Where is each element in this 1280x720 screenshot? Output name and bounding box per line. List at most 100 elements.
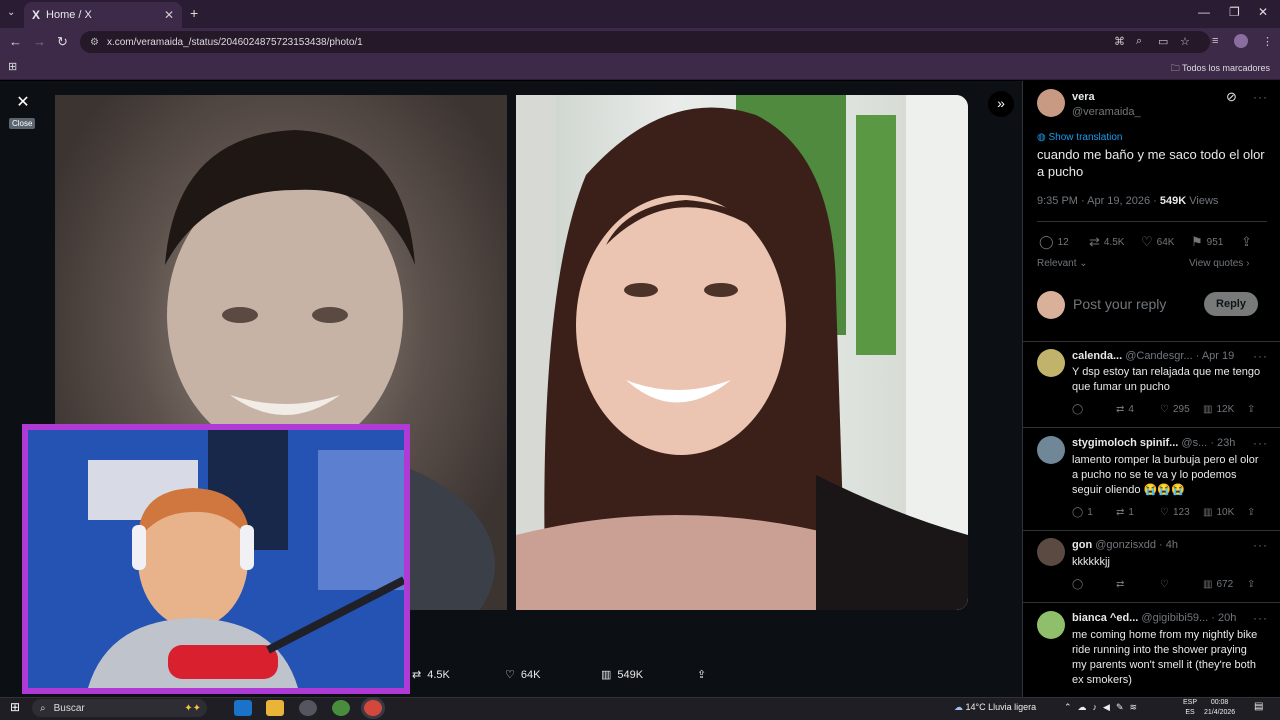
reply-time[interactable]: · Apr 19: [1196, 350, 1235, 362]
language-indicator[interactable]: ESP ES: [1183, 698, 1197, 718]
divider: [1023, 530, 1280, 531]
taskbar-search[interactable]: ⌕ Buscar ✦✦: [32, 699, 207, 717]
reply-retweet-button[interactable]: ⇄ 1: [1116, 507, 1134, 518]
reply-reply-button[interactable]: ◯: [1072, 404, 1087, 415]
author-name[interactable]: vera: [1072, 91, 1095, 103]
reply-author-handle[interactable]: @s...: [1181, 437, 1207, 449]
collapse-panel-button[interactable]: »: [988, 91, 1014, 117]
tweet-text: cuando me baño y me saco todo el olor a …: [1037, 147, 1265, 179]
like-count-button[interactable]: ♡ 64K: [1141, 234, 1174, 250]
reply-share-button[interactable]: ⇪: [1247, 579, 1255, 590]
reply-avatar[interactable]: [1037, 538, 1065, 566]
streamer-webcam-image: [28, 430, 404, 688]
reply-more-icon[interactable]: ···: [1253, 538, 1268, 552]
reply-share-button[interactable]: ⇪: [1247, 404, 1255, 415]
install-icon[interactable]: ▭: [1158, 35, 1168, 48]
viewer-like-button[interactable]: ♡ 64K: [505, 668, 540, 682]
reload-icon[interactable]: ↻: [57, 34, 68, 50]
reply-more-icon[interactable]: ···: [1253, 436, 1268, 450]
reply-more-icon[interactable]: ···: [1253, 349, 1268, 363]
sort-replies-dropdown[interactable]: Relevant ⌄: [1037, 258, 1088, 269]
reading-list-icon[interactable]: ≡: [1212, 35, 1218, 47]
reply-author-name[interactable]: calenda...: [1072, 350, 1122, 362]
reply-author-handle[interactable]: @gonzisxdd: [1095, 539, 1156, 551]
minimize-icon[interactable]: —: [1198, 5, 1210, 19]
file-explorer-icon[interactable]: [266, 700, 284, 716]
reply-avatar[interactable]: [1037, 436, 1065, 464]
zoom-icon[interactable]: ⌕: [1136, 35, 1142, 48]
menu-icon[interactable]: ⋮: [1262, 35, 1273, 48]
reply-time[interactable]: · 20h: [1211, 612, 1236, 624]
reply-views-button[interactable]: ▥ 12K: [1203, 404, 1234, 415]
bookmark-count-button[interactable]: ⚑ 951: [1191, 234, 1223, 250]
reply-more-icon[interactable]: ···: [1253, 611, 1268, 625]
author-avatar[interactable]: [1037, 89, 1065, 117]
show-translation-link[interactable]: ◍ Show translation: [1037, 132, 1122, 143]
reply-author-name[interactable]: bianca ^ed...: [1072, 612, 1138, 624]
back-icon[interactable]: ←: [9, 34, 22, 49]
reply-icon: ◯: [1072, 507, 1084, 518]
my-avatar[interactable]: [1037, 291, 1065, 319]
reply-author-handle[interactable]: @gigibibi59...: [1141, 612, 1208, 624]
author-handle[interactable]: @veramaida_: [1072, 106, 1141, 118]
chrome-icon[interactable]: [364, 700, 382, 716]
viewer-views-button[interactable]: ▥ 549K: [601, 668, 643, 682]
reply-retweet-button[interactable]: ⇄ 4: [1116, 404, 1134, 415]
all-bookmarks[interactable]: 🗀 Todos los marcadores: [1171, 61, 1270, 77]
address-bar[interactable]: ⚙ x.com/veramaida_/status/20460248757231…: [80, 31, 1210, 53]
clock[interactable]: 00:08 21/4/2026: [1204, 698, 1235, 718]
reply-time[interactable]: · 23h: [1210, 437, 1235, 449]
profile-avatar[interactable]: [1234, 34, 1248, 48]
tray-icons[interactable]: ⌃☁♪◀✎≋: [1064, 702, 1143, 713]
view-quotes-link[interactable]: View quotes ›: [1189, 258, 1249, 269]
viewer-share-button[interactable]: ⇪: [697, 668, 706, 681]
reply-reply-button[interactable]: ◯: [1072, 579, 1087, 590]
weather-widget[interactable]: ☁ 14°C Lluvia ligera: [954, 702, 1036, 713]
forward-icon[interactable]: →: [33, 34, 46, 49]
tab-close-icon[interactable]: ✕: [164, 8, 174, 22]
folder-icon: 🗀: [1170, 63, 1180, 73]
reply-author-handle[interactable]: @Candesgr...: [1125, 350, 1192, 362]
reply-reply-button[interactable]: ◯ 1: [1072, 507, 1093, 518]
tab-search-icon[interactable]: ⌄: [7, 7, 15, 18]
reply-like-button[interactable]: ♡ 295: [1160, 404, 1190, 415]
chrome-profile-icon[interactable]: [332, 700, 350, 716]
reply-button[interactable]: Reply: [1204, 292, 1258, 316]
translate-icon[interactable]: ⌘: [1114, 35, 1125, 48]
windows-start-icon[interactable]: ⊞: [10, 700, 20, 714]
reply-views-button[interactable]: ▥ 672: [1203, 579, 1233, 590]
bookmark-star-icon[interactable]: ☆: [1180, 35, 1190, 48]
reply-author-name[interactable]: gon: [1072, 539, 1092, 551]
tweet-time[interactable]: 9:35 PM · Apr 19, 2026 ·: [1037, 195, 1160, 207]
site-info-icon[interactable]: ⚙: [90, 37, 99, 48]
reply-avatar[interactable]: [1037, 349, 1065, 377]
reply-header: stygimoloch spinif... @s... · 23h: [1072, 437, 1235, 449]
reply-icon: ◯: [1072, 579, 1084, 590]
retweet-count-button[interactable]: ⇄ 4.5K: [1089, 234, 1124, 250]
edge-icon[interactable]: [234, 700, 252, 716]
reply-time[interactable]: · 4h: [1159, 539, 1178, 551]
obs-icon[interactable]: [299, 700, 317, 716]
viewer-retweet-button[interactable]: ⇄ 4.5K: [412, 668, 450, 682]
apps-grid-icon[interactable]: ⊞: [8, 60, 17, 73]
reply-share-button[interactable]: ⇪: [1247, 507, 1255, 518]
webcam-overlay: [22, 424, 410, 694]
reply-input[interactable]: Post your reply: [1073, 296, 1166, 312]
reply-views-button[interactable]: ▥ 10K: [1203, 507, 1234, 518]
reply-count-button[interactable]: ◯ 12: [1039, 234, 1069, 250]
reply-like-button[interactable]: ♡ 123: [1160, 507, 1190, 518]
cloud-rain-icon: ☁: [954, 702, 963, 712]
close-viewer-button[interactable]: ✕: [12, 92, 34, 114]
reply-avatar[interactable]: [1037, 611, 1065, 639]
reply-retweet-button[interactable]: ⇄: [1116, 579, 1128, 590]
browser-tab[interactable]: X Home / X ✕: [24, 2, 182, 28]
restore-icon[interactable]: ❐: [1229, 5, 1240, 19]
more-options-icon[interactable]: ···: [1253, 90, 1268, 104]
reply-like-button[interactable]: ♡: [1160, 579, 1173, 590]
grok-icon[interactable]: ⊘: [1226, 89, 1237, 105]
reply-author-name[interactable]: stygimoloch spinif...: [1072, 437, 1178, 449]
notifications-icon[interactable]: ▤: [1254, 701, 1263, 712]
new-tab-icon[interactable]: +: [190, 5, 198, 21]
window-close-icon[interactable]: ✕: [1258, 5, 1268, 19]
share-button[interactable]: ⇪: [1241, 234, 1252, 250]
